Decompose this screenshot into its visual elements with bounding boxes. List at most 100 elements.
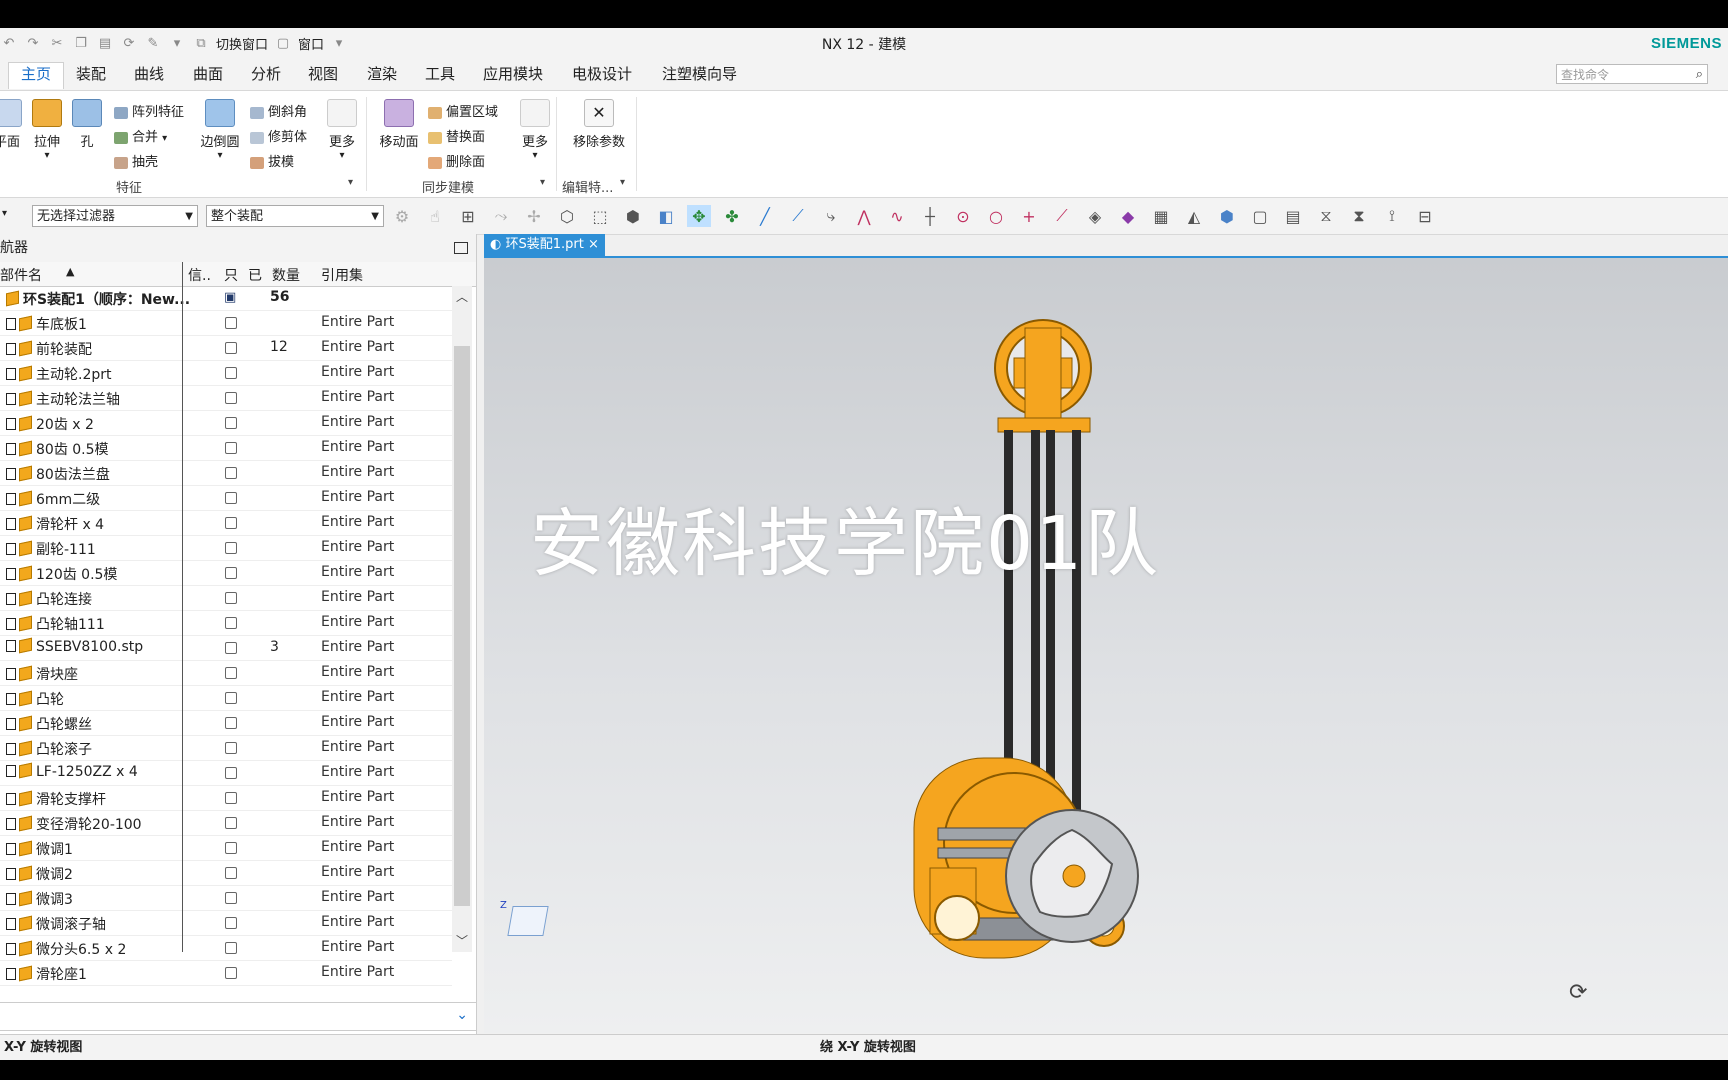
rotate-view-icon[interactable]: ⟳	[1569, 980, 1587, 1005]
table-row[interactable]: 6mm二级 Entire Part	[0, 486, 452, 511]
select-add-icon[interactable]: ⊞	[456, 205, 480, 227]
spline-point-icon[interactable]: ∿	[885, 205, 909, 227]
wcs-icon[interactable]: ⟟	[1380, 205, 1404, 227]
select-feature-icon[interactable]: ⤳	[489, 205, 513, 227]
visibility-checkbox[interactable]	[6, 618, 16, 630]
visibility-checkbox[interactable]	[6, 765, 16, 777]
table-row[interactable]: 微分头6.5 x 2 Entire Part	[0, 936, 452, 961]
remove-parameters-button[interactable]: ✕ 移除参数	[566, 99, 632, 150]
visibility-checkbox[interactable]	[6, 693, 16, 705]
visibility-checkbox[interactable]	[6, 893, 16, 905]
table-row[interactable]: 20齿 x 2 Entire Part	[0, 411, 452, 436]
dependencies-panel-header[interactable]: ⌄	[0, 1002, 476, 1029]
select-rectangle-icon[interactable]: ⬚	[588, 205, 612, 227]
chevron-down-icon[interactable]: ▾	[196, 150, 244, 161]
read-only-checkbox[interactable]	[225, 517, 237, 529]
visibility-checkbox[interactable]	[6, 640, 16, 652]
table-row[interactable]: 主动轮.2prt Entire Part	[0, 361, 452, 386]
read-only-checkbox[interactable]	[225, 967, 237, 979]
command-search-input[interactable]: 查找命令 ⌕	[1556, 64, 1708, 84]
sync-group-dropdown-icon[interactable]: ▾	[540, 177, 545, 188]
end-point-icon[interactable]: ╱	[753, 205, 777, 227]
read-only-checkbox[interactable]	[225, 667, 237, 679]
scroll-down-icon[interactable]: ﹀	[456, 932, 468, 949]
visibility-checkbox[interactable]	[6, 843, 16, 855]
chevron-down-icon[interactable]: ▾	[30, 150, 64, 161]
tab-surface[interactable]: 曲面	[193, 63, 223, 89]
table-row[interactable]: 滑块座 Entire Part	[0, 661, 452, 686]
section-view-icon[interactable]: ⧖	[1314, 205, 1338, 227]
delete-face-button[interactable]: 删除面	[428, 151, 485, 170]
read-only-checkbox[interactable]	[225, 417, 237, 429]
read-only-checkbox[interactable]	[225, 442, 237, 454]
draft-button[interactable]: 拔模	[250, 151, 294, 170]
document-tab[interactable]: ◐ 环S装配1.prt ×	[484, 234, 605, 256]
edge-blend-button[interactable]: 边倒圆 ▾	[196, 99, 244, 161]
extrude-button[interactable]: 拉伸 ▾	[30, 99, 64, 161]
point-on-curve-icon[interactable]: ⟋	[1050, 205, 1074, 227]
chevron-down-icon[interactable]: ⌄	[456, 1007, 468, 1023]
select-sheet-icon[interactable]: ◧	[654, 205, 678, 227]
clip-section-icon[interactable]: ⧗	[1347, 205, 1371, 227]
read-only-checkbox[interactable]	[225, 917, 237, 929]
mid-point-icon[interactable]: ⟋	[786, 205, 810, 227]
read-only-checkbox[interactable]	[225, 392, 237, 404]
table-row[interactable]: LF-1250ZZ x 4 Entire Part	[0, 761, 452, 786]
shell-button[interactable]: 抽壳	[114, 151, 158, 170]
read-only-checkbox[interactable]	[225, 617, 237, 629]
visibility-checkbox[interactable]	[6, 418, 16, 430]
snap-enable-icon[interactable]: ✥	[687, 205, 711, 227]
read-only-checkbox[interactable]	[225, 492, 237, 504]
assembly-model[interactable]	[484, 258, 1728, 1033]
move-face-button[interactable]: 移动面	[376, 99, 422, 150]
graphics-viewport[interactable]: 安徽科技学院01队 Z ⟳	[484, 258, 1728, 1033]
visibility-checkbox[interactable]	[6, 393, 16, 405]
chevron-down-icon[interactable]: ▾	[162, 133, 167, 144]
table-row[interactable]: 滑轮座1 Entire Part	[0, 961, 452, 986]
curve-icon[interactable]: ⤷	[819, 205, 843, 227]
visibility-checkbox[interactable]	[6, 718, 16, 730]
column-info[interactable]: 信..	[188, 265, 211, 285]
background-icon[interactable]: ▢	[1248, 205, 1272, 227]
visibility-checkbox[interactable]	[6, 318, 16, 330]
table-row[interactable]: 微调2 Entire Part	[0, 861, 452, 886]
table-row[interactable]: 凸轮 Entire Part	[0, 686, 452, 711]
table-row[interactable]: 车底板1 Entire Part	[0, 311, 452, 336]
read-only-checkbox[interactable]	[225, 317, 237, 329]
visibility-checkbox[interactable]	[6, 593, 16, 605]
tree-root-row[interactable]: 环S装配1（顺序：New... ▣ 56	[0, 286, 452, 311]
pattern-feature-button[interactable]: 阵列特征	[114, 101, 184, 120]
column-read-only[interactable]: 只	[224, 265, 238, 285]
table-row[interactable]: 变径滑轮20-100 Entire Part	[0, 811, 452, 836]
close-icon[interactable]: ×	[588, 237, 599, 252]
read-only-checkbox[interactable]	[225, 842, 237, 854]
tab-view[interactable]: 视图	[308, 63, 338, 89]
table-row[interactable]: 80齿 0.5模 Entire Part	[0, 436, 452, 461]
table-row[interactable]: 微调滚子轴 Entire Part	[0, 911, 452, 936]
tab-mold-wizard[interactable]: 注塑模向导	[662, 63, 737, 89]
type-filter-select[interactable]: 无选择过滤器 ▼	[32, 205, 198, 227]
select-hand-icon[interactable]: ☝	[423, 205, 447, 227]
snap-move-icon[interactable]: ✤	[720, 205, 744, 227]
tab-render[interactable]: 渲染	[367, 63, 397, 89]
control-point-icon[interactable]: ⋀	[852, 205, 876, 227]
more-features-button[interactable]: 更多 ▾	[324, 99, 360, 161]
column-reference-set[interactable]: 引用集	[321, 265, 363, 285]
visibility-checkbox[interactable]	[6, 743, 16, 755]
hole-button[interactable]: 孔	[70, 99, 104, 150]
read-only-checkbox[interactable]	[225, 892, 237, 904]
read-only-checkbox[interactable]	[225, 367, 237, 379]
quadrant-point-icon[interactable]: ○	[984, 205, 1008, 227]
read-only-checkbox[interactable]	[225, 717, 237, 729]
unite-button[interactable]: 合并 ▾	[114, 126, 167, 145]
table-row[interactable]: 凸轮螺丝 Entire Part	[0, 711, 452, 736]
table-row[interactable]: 80齿法兰盘 Entire Part	[0, 461, 452, 486]
visibility-checkbox[interactable]	[6, 793, 16, 805]
table-row[interactable]: 凸轮滚子 Entire Part	[0, 736, 452, 761]
edit-group-dropdown-icon[interactable]: ▾	[620, 177, 625, 188]
read-only-checkbox[interactable]	[225, 567, 237, 579]
navigator-scrollbar[interactable]: ︿ ﹀	[452, 286, 472, 952]
table-row[interactable]: 微调1 Entire Part	[0, 836, 452, 861]
read-only-checkbox[interactable]	[225, 542, 237, 554]
trim-body-button[interactable]: 修剪体	[250, 126, 307, 145]
